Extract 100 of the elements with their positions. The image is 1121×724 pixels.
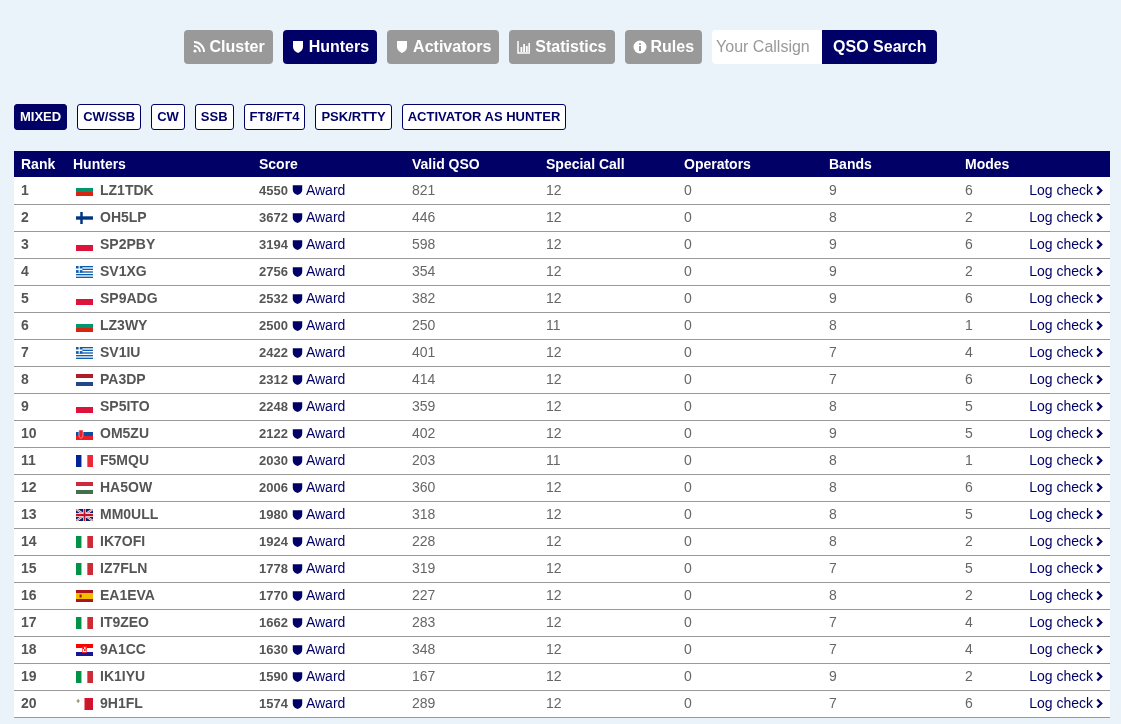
modes-cell: 5 — [965, 398, 973, 414]
award-link[interactable]: Award — [291, 179, 346, 201]
score-cell-text: 2756 — [259, 262, 288, 281]
modes-cell: 4 — [965, 344, 973, 360]
mode-filter-button[interactable]: CW — [151, 104, 185, 130]
callsign-field[interactable]: Your Callsign — [712, 30, 823, 64]
award-link[interactable]: Award — [291, 261, 346, 282]
award-link[interactable]: Award — [291, 612, 346, 633]
log-check-link[interactable]: Log check — [1029, 234, 1103, 255]
award-link[interactable]: Award — [291, 639, 346, 660]
modes-cell: 6 — [965, 695, 973, 711]
operators-cell: 0 — [684, 425, 692, 441]
log-check-link[interactable]: Log check — [1029, 288, 1103, 309]
log-check-link[interactable]: Log check — [1029, 531, 1103, 552]
log-check-link[interactable]: Log check — [1029, 423, 1103, 444]
log-check-link[interactable]: Log check — [1029, 693, 1103, 714]
rank-cell: 5 — [21, 290, 29, 306]
modes-cell: 2 — [965, 533, 973, 549]
award-link[interactable]: Award — [291, 450, 346, 471]
log-check-link[interactable]: Log check — [1029, 477, 1103, 498]
log-check-link[interactable]: Log check — [1029, 369, 1103, 390]
special-call-cell: 12 — [546, 181, 562, 198]
chevron-right-icon — [1096, 266, 1103, 277]
flag-icon — [76, 188, 93, 197]
rank-cell: 4 — [21, 263, 29, 279]
column-header: Bands — [829, 151, 965, 177]
bands-cell: 7 — [829, 371, 837, 387]
award-link[interactable]: Award — [291, 207, 346, 228]
shield-icon — [291, 292, 303, 305]
award-link[interactable]: Award — [291, 477, 346, 498]
rank-cell: 3 — [21, 236, 29, 252]
award-link[interactable]: Award — [291, 504, 346, 525]
mode-filter-button[interactable]: MIXED — [14, 104, 68, 130]
callsign-cell-text: IZ7FLN — [100, 559, 148, 578]
modes-cell: 5 — [965, 560, 973, 576]
score-cell-text: 2248 — [259, 397, 288, 416]
chevron-right-icon — [1096, 293, 1103, 304]
log-check-link[interactable]: Log check — [1029, 585, 1103, 606]
chevron-right-icon — [1096, 401, 1103, 412]
log-check-link[interactable]: Log check — [1029, 342, 1103, 363]
award-link[interactable]: Award — [291, 558, 346, 579]
award-link[interactable]: Award — [291, 585, 346, 606]
log-check-link[interactable]: Log check — [1029, 179, 1103, 201]
log-check-link[interactable]: Log check — [1029, 450, 1103, 471]
modes-cell: 6 — [965, 236, 973, 252]
award-link[interactable]: Award — [291, 288, 346, 309]
score-cell-text: 2006 — [259, 478, 288, 497]
valid-qso-cell: 382 — [412, 290, 436, 306]
mode-filter-button[interactable]: CW/SSB — [77, 104, 142, 130]
mode-filter-button[interactable]: ACTIVATOR AS HUNTER — [401, 104, 567, 130]
log-check-link[interactable]: Log check — [1029, 504, 1103, 525]
shield-icon — [291, 589, 303, 602]
bands-cell: 8 — [829, 506, 837, 522]
valid-qso-cell: 319 — [412, 560, 436, 576]
log-check-link[interactable]: Log check — [1029, 666, 1103, 687]
modes-cell: 2 — [965, 263, 973, 279]
callsign-cell-text: OM5ZU — [100, 424, 149, 443]
valid-qso-cell: 348 — [412, 641, 436, 657]
mode-filter-button[interactable]: FT8/FT4 — [243, 104, 306, 130]
log-check-link[interactable]: Log check — [1029, 612, 1103, 633]
log-check-link[interactable]: Log check — [1029, 396, 1103, 417]
chevron-right-icon — [1096, 455, 1103, 466]
qso-search-button[interactable]: QSO Search — [822, 30, 938, 64]
bands-cell: 9 — [829, 425, 837, 441]
special-call-cell: 11 — [546, 452, 561, 468]
award-link[interactable]: Award — [291, 693, 346, 714]
log-check-link[interactable]: Log check — [1029, 261, 1103, 282]
flag-icon — [76, 535, 93, 548]
log-check-link[interactable]: Log check — [1029, 315, 1103, 336]
log-check-link[interactable]: Log check — [1029, 558, 1103, 579]
shield-icon — [291, 265, 303, 278]
award-link[interactable]: Award — [291, 369, 346, 390]
mode-filter-button[interactable]: SSB — [194, 104, 234, 130]
award-link[interactable]: Award — [291, 531, 346, 552]
award-link[interactable]: Award — [291, 423, 346, 444]
log-check-link[interactable]: Log check — [1029, 207, 1103, 228]
award-link[interactable]: Award — [291, 396, 346, 417]
operators-cell: 0 — [684, 506, 692, 522]
award-link[interactable]: Award — [291, 666, 346, 687]
award-link[interactable]: Award — [291, 315, 346, 336]
shield-icon — [291, 643, 303, 656]
rank-cell: 10 — [21, 425, 37, 441]
operators-cell: 0 — [684, 695, 692, 711]
mode-filter-button[interactable]: PSK/RTTY — [315, 104, 392, 130]
special-call-cell: 11 — [546, 317, 561, 333]
award-link[interactable]: Award — [291, 234, 346, 255]
score-cell-text: 1662 — [259, 613, 288, 632]
special-call-cell: 12 — [546, 425, 562, 441]
chevron-right-icon — [1096, 698, 1103, 709]
award-link[interactable]: Award — [291, 342, 346, 363]
operators-cell: 0 — [684, 533, 692, 549]
bands-cell: 9 — [829, 181, 837, 198]
special-call-cell: 12 — [546, 398, 562, 414]
column-header: Operators — [684, 151, 829, 177]
log-check-link[interactable]: Log check — [1029, 639, 1103, 660]
shield-icon — [291, 535, 303, 548]
nav-button[interactable]: Hunters — [282, 30, 378, 64]
rank-cell: 14 — [21, 533, 37, 549]
special-call-cell: 12 — [546, 479, 562, 495]
flag-icon — [76, 616, 93, 629]
